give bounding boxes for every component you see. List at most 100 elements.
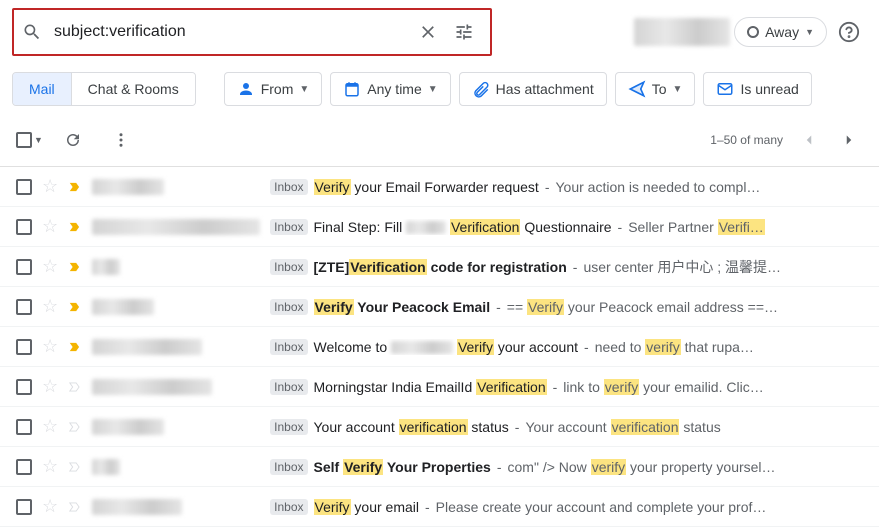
snippet: com" /> Now verify your property yoursel… — [508, 459, 776, 475]
inbox-label: Inbox — [270, 219, 307, 235]
star-icon[interactable]: ☆ — [42, 216, 58, 237]
filter-is-unread[interactable]: Is unread — [703, 72, 811, 106]
subject: Welcome to Verify your account — [314, 339, 579, 355]
inbox-label: Inbox — [270, 379, 307, 395]
row-checkbox[interactable] — [16, 259, 32, 275]
important-icon[interactable] — [68, 340, 82, 354]
important-icon[interactable] — [68, 380, 82, 394]
more-vert-icon — [112, 131, 130, 149]
select-all-checkbox[interactable] — [16, 132, 32, 148]
snippet: link to verify your emailid. Clic… — [563, 379, 763, 395]
sender — [92, 299, 260, 315]
row-checkbox[interactable] — [16, 339, 32, 355]
subject: [ZTE]Verification code for registration — [314, 259, 567, 275]
subject: Verify your email — [314, 499, 419, 515]
email-row[interactable]: ☆ InboxVerify your email - Please create … — [0, 487, 879, 527]
inbox-label: Inbox — [270, 299, 307, 315]
email-row[interactable]: ☆InboxVerify Your Peacock Email - == Ver… — [0, 287, 879, 327]
important-icon[interactable] — [68, 180, 82, 194]
subject: Verify Your Peacock Email — [314, 299, 491, 315]
filter-from[interactable]: From ▼ — [224, 72, 323, 106]
email-content: InboxSelf Verify Your Properties - com" … — [270, 459, 863, 475]
snippet: need to verify that rupa… — [595, 339, 754, 355]
row-checkbox[interactable] — [16, 219, 32, 235]
more-button[interactable] — [103, 122, 139, 158]
inbox-label: Inbox — [270, 259, 307, 275]
star-icon[interactable]: ☆ — [42, 336, 58, 357]
email-row[interactable]: ☆ Inbox [ZTE]Verification code for registr… — [0, 247, 879, 287]
sender — [92, 419, 260, 435]
important-icon[interactable] — [68, 300, 82, 314]
filter-anytime[interactable]: Any time ▼ — [330, 72, 450, 106]
star-icon[interactable]: ☆ — [42, 296, 58, 317]
search-box[interactable] — [12, 8, 492, 56]
subject: Self Verify Your Properties — [314, 459, 491, 475]
row-checkbox[interactable] — [16, 459, 32, 475]
prev-page-button[interactable] — [795, 126, 823, 154]
search-icon — [22, 22, 42, 42]
inbox-label: Inbox — [270, 339, 307, 355]
star-icon[interactable]: ☆ — [42, 376, 58, 397]
row-checkbox[interactable] — [16, 499, 32, 515]
next-page-button[interactable] — [835, 126, 863, 154]
email-row[interactable]: ☆InboxVerify your Email Forwarder reques… — [0, 167, 879, 207]
row-checkbox[interactable] — [16, 419, 32, 435]
row-checkbox[interactable] — [16, 179, 32, 195]
close-icon — [418, 22, 438, 42]
tab-chat-rooms[interactable]: Chat & Rooms — [71, 73, 195, 105]
refresh-button[interactable] — [55, 122, 91, 158]
chevron-down-icon: ▼ — [673, 84, 683, 95]
sender — [92, 379, 260, 395]
row-checkbox[interactable] — [16, 299, 32, 315]
search-input[interactable] — [54, 23, 410, 41]
chevron-right-icon — [840, 131, 858, 149]
chevron-down-icon: ▼ — [428, 84, 438, 95]
account-info — [634, 18, 730, 46]
chevron-down-icon: ▼ — [299, 84, 309, 95]
inbox-label: Inbox — [270, 459, 307, 475]
email-row[interactable]: ☆ Inbox Morningstar India EmailId Verifica… — [0, 367, 879, 407]
star-icon[interactable]: ☆ — [42, 496, 58, 517]
star-icon[interactable]: ☆ — [42, 416, 58, 437]
email-content: Inbox Final Step: Fill Verification Quest… — [270, 219, 863, 235]
email-content: InboxVerify Your Peacock Email - == Veri… — [270, 299, 863, 315]
subject: Your account verification status — [314, 419, 509, 435]
search-options-button[interactable] — [446, 14, 482, 50]
help-button[interactable] — [831, 14, 867, 50]
select-all[interactable]: ▼ — [16, 132, 43, 148]
important-icon[interactable] — [68, 420, 82, 434]
mail-icon — [716, 80, 734, 98]
filter-has-attachment[interactable]: Has attachment — [459, 72, 607, 106]
filter-to[interactable]: To ▼ — [615, 72, 696, 106]
person-icon — [237, 80, 255, 98]
row-checkbox[interactable] — [16, 379, 32, 395]
email-row[interactable]: ☆InboxWelcome to Verify your account - n… — [0, 327, 879, 367]
star-icon[interactable]: ☆ — [42, 176, 58, 197]
snippet: Seller Partner Verifi… — [628, 219, 765, 235]
subject: Morningstar India EmailId Verification — [314, 379, 547, 395]
email-row[interactable]: ☆InboxSelf Verify Your Properties - com"… — [0, 447, 879, 487]
chevron-down-icon: ▼ — [34, 135, 43, 145]
view-tabs: Mail Chat & Rooms — [12, 72, 196, 106]
clear-search-button[interactable] — [410, 14, 446, 50]
sender — [92, 459, 260, 475]
important-icon[interactable] — [68, 500, 82, 514]
tab-mail[interactable]: Mail — [13, 73, 71, 105]
email-row[interactable]: ☆ Inbox Final Step: Fill Verification Ques… — [0, 207, 879, 247]
status-label: Away — [765, 24, 799, 40]
sender — [92, 259, 260, 275]
chevron-down-icon: ▼ — [805, 27, 814, 37]
email-content: Inbox [ZTE]Verification code for registra… — [270, 257, 863, 277]
email-content: InboxVerify your email - Please create y… — [270, 499, 863, 515]
star-icon[interactable]: ☆ — [42, 456, 58, 477]
email-row[interactable]: ☆InboxYour account verification status -… — [0, 407, 879, 447]
star-icon[interactable]: ☆ — [42, 256, 58, 277]
important-icon[interactable] — [68, 260, 82, 274]
important-icon[interactable] — [68, 460, 82, 474]
status-button[interactable]: Away ▼ — [734, 17, 827, 47]
important-icon[interactable] — [68, 220, 82, 234]
email-list: ☆InboxVerify your Email Forwarder reques… — [0, 167, 879, 527]
refresh-icon — [64, 131, 82, 149]
email-content: InboxWelcome to Verify your account - ne… — [270, 339, 863, 355]
subject: Final Step: Fill Verification Questionna… — [314, 219, 612, 235]
